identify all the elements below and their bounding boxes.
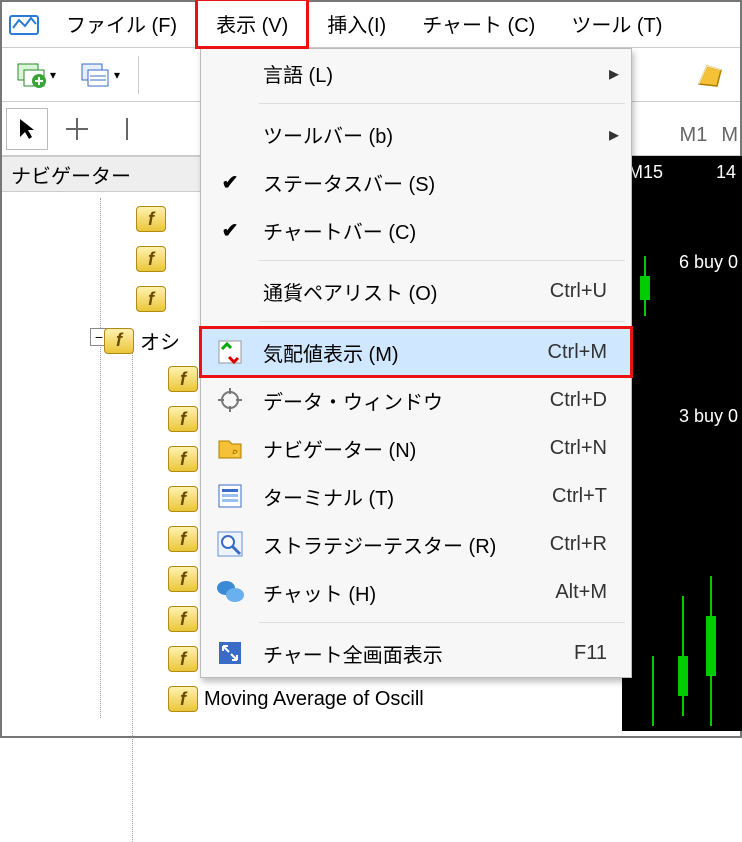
menu-separator xyxy=(259,622,625,623)
menu-item-shortcut: Ctrl+U xyxy=(550,280,607,303)
tester-icon xyxy=(201,529,259,559)
menu-item[interactable]: 通貨ペアリスト (O)Ctrl+U xyxy=(201,267,631,315)
marketwatch-icon xyxy=(201,337,259,367)
tree-guide xyxy=(100,198,101,718)
indicator-icon: f xyxy=(136,206,166,232)
indicator-icon: f xyxy=(168,366,198,392)
tree-item[interactable]: f xyxy=(136,246,166,272)
menu-item-shortcut: Ctrl+T xyxy=(552,485,607,508)
tree-item[interactable]: f xyxy=(168,566,198,592)
indicator-icon: f xyxy=(168,686,198,712)
tree-item[interactable]: f xyxy=(168,366,198,392)
timeframe-row: M1 M xyxy=(680,124,738,147)
chart-number: 14 xyxy=(716,162,736,183)
menu-separator xyxy=(259,103,625,104)
blank-icon xyxy=(201,58,259,88)
tree-guide xyxy=(132,332,133,842)
fullscreen-icon xyxy=(201,638,259,668)
navigator-icon xyxy=(201,433,259,463)
indicator-icon: f xyxy=(168,446,198,472)
menu-item-label: 言語 (L) xyxy=(259,59,607,88)
menu-item-label: チャートバー (C) xyxy=(259,216,607,245)
indicator-icon: f xyxy=(168,566,198,592)
menu-item[interactable]: ✔ステータスバー (S) xyxy=(201,158,631,206)
submenu-arrow-icon: ▸ xyxy=(607,122,621,147)
indicator-icon: f xyxy=(136,286,166,312)
tree-item[interactable]: f xyxy=(168,646,198,672)
menu-separator xyxy=(259,260,625,261)
chat-icon xyxy=(201,577,259,607)
menu-item-label: ステータスバー (S) xyxy=(259,168,607,197)
menu-item-label: ナビゲーター (N) xyxy=(259,434,550,463)
indicator-icon: f xyxy=(168,486,198,512)
menu-item-shortcut: Alt+M xyxy=(555,581,607,604)
tree-label: オシ xyxy=(140,326,180,355)
indicator-icon: f xyxy=(168,646,198,672)
folder-icon: f xyxy=(104,328,134,354)
menu-item-shortcut: Ctrl+M xyxy=(548,341,607,364)
menu-item-label: データ・ウィンドウ xyxy=(259,386,550,415)
menu-item[interactable]: 気配値表示 (M)Ctrl+M xyxy=(201,328,631,376)
menu-item-label: 気配値表示 (M) xyxy=(259,338,548,367)
menu-item-label: ツールバー (b) xyxy=(259,120,607,149)
menu-item-label: チャット (H) xyxy=(259,578,555,607)
indicator-icon: f xyxy=(168,606,198,632)
blank-icon xyxy=(201,119,259,149)
blank-icon xyxy=(201,276,259,306)
tree-item[interactable]: f xyxy=(136,206,166,232)
menu-view[interactable]: 表示 (V) xyxy=(195,0,309,49)
menu-item[interactable]: ✔チャートバー (C) xyxy=(201,206,631,254)
menu-separator xyxy=(259,321,625,322)
menu-item-label: チャート全画面表示 xyxy=(259,639,574,668)
menu-item-shortcut: Ctrl+D xyxy=(550,389,607,412)
menu-item-label: ターミナル (T) xyxy=(259,482,552,511)
menu-item-label: 通貨ペアリスト (O) xyxy=(259,277,550,306)
menu-item[interactable]: データ・ウィンドウCtrl+D xyxy=(201,376,631,424)
tree-item[interactable]: f Moving Average of Oscill xyxy=(168,686,424,712)
tree-item[interactable]: f xyxy=(168,526,198,552)
timeframe-more: M xyxy=(721,124,738,147)
chart-pair-label: M15 xyxy=(628,162,663,183)
indicator-icon: f xyxy=(136,246,166,272)
menu-item-shortcut: Ctrl+N xyxy=(550,437,607,460)
menu-item-shortcut: Ctrl+R xyxy=(550,533,607,556)
menu-item-shortcut: F11 xyxy=(574,642,607,665)
check-icon: ✔ xyxy=(201,167,259,197)
timeframe-m1[interactable]: M1 xyxy=(680,124,708,147)
indicator-icon: f xyxy=(168,526,198,552)
menu-item[interactable]: 言語 (L)▸ xyxy=(201,49,631,97)
tree-item[interactable]: f xyxy=(168,606,198,632)
tree-label: Moving Average of Oscill xyxy=(204,688,424,711)
menu-item[interactable]: ターミナル (T)Ctrl+T xyxy=(201,472,631,520)
menu-item[interactable]: チャット (H)Alt+M xyxy=(201,568,631,616)
tree-item[interactable]: f xyxy=(168,406,198,432)
menu-item[interactable]: ナビゲーター (N)Ctrl+N xyxy=(201,424,631,472)
tree-item[interactable]: f xyxy=(168,486,198,512)
terminal-icon xyxy=(201,481,259,511)
menu-item-label: ストラテジーテスター (R) xyxy=(259,530,550,559)
submenu-arrow-icon: ▸ xyxy=(607,61,621,86)
tree-item[interactable]: f xyxy=(168,446,198,472)
tree-item[interactable]: f xyxy=(136,286,166,312)
crosshair-icon xyxy=(201,385,259,415)
menu-item[interactable]: ストラテジーテスター (R)Ctrl+R xyxy=(201,520,631,568)
menu-item[interactable]: チャート全画面表示F11 xyxy=(201,629,631,677)
view-menu-dropdown: 言語 (L)▸ツールバー (b)▸✔ステータスバー (S)✔チャートバー (C)… xyxy=(200,48,632,678)
check-icon: ✔ xyxy=(201,215,259,245)
menu-item[interactable]: ツールバー (b)▸ xyxy=(201,110,631,158)
indicator-icon: f xyxy=(168,406,198,432)
tree-folder-osc[interactable]: f オシ xyxy=(104,326,180,355)
